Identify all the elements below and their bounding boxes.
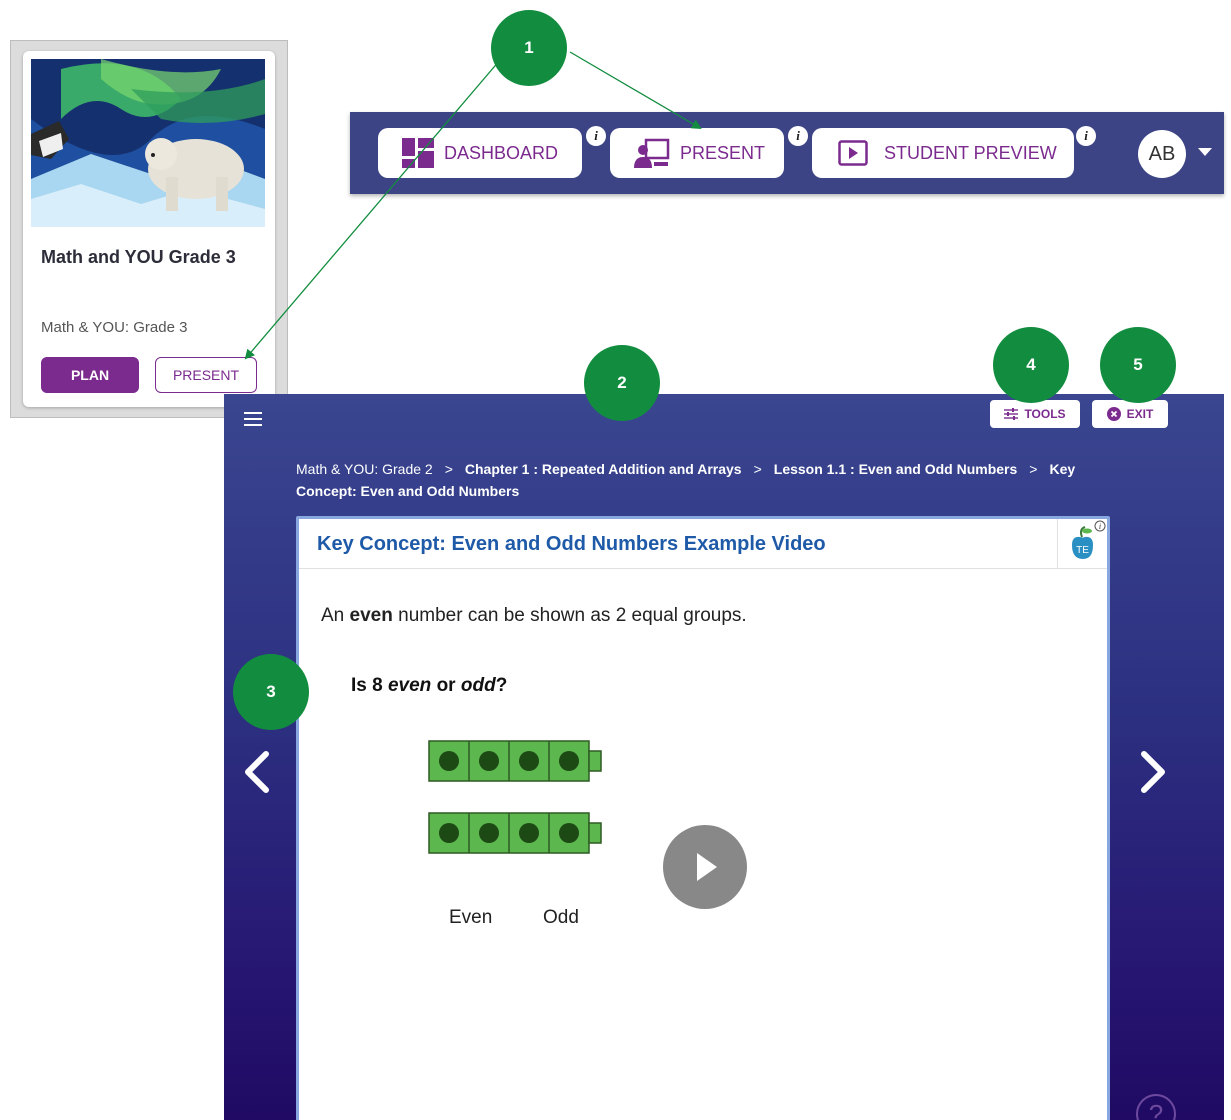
breadcrumb-lesson[interactable]: Lesson 1.1 : Even and Odd Numbers [774,461,1018,477]
callout-5: 5 [1100,327,1176,403]
sliders-icon [1004,408,1019,420]
exit-button[interactable]: EXIT [1092,400,1168,428]
breadcrumb-separator: > [1029,461,1038,477]
te-label: TE [1076,545,1089,556]
course-card-frame: Math and YOU Grade 3 Math & YOU: Grade 3… [10,40,288,418]
course-title: Math and YOU Grade 3 [41,247,236,267]
breadcrumb-separator: > [753,461,762,477]
tools-button[interactable]: TOOLS [990,400,1080,428]
present-info-icon[interactable]: i [788,126,808,146]
dashboard-icon [402,138,434,168]
cube-train-bottom [428,812,602,854]
teacher-edition-badge[interactable]: TE i [1057,519,1107,569]
breadcrumb-course[interactable]: Math & YOU: Grade 2 [296,461,433,477]
presenter-view: TOOLS EXIT Math & YOU: Grade 2 > Chapter 1… [224,394,1224,1120]
plan-button[interactable]: PLAN [41,357,139,393]
student-preview-button[interactable]: STUDENT PREVIEW [812,128,1074,178]
user-avatar[interactable]: AB [1138,130,1186,178]
student-preview-info-icon[interactable]: i [1076,126,1096,146]
breadcrumb-separator: > [444,461,453,477]
apple-te-icon: TE i [1072,520,1106,559]
help-icon[interactable]: ? [1136,1094,1176,1120]
course-subtitle: Math & YOU: Grade 3 [41,319,188,336]
odd-label: Odd [543,907,579,928]
student-preview-label: STUDENT PREVIEW [884,142,1057,163]
top-navbar: DASHBOARD i PRESENT i STUDENT PREVIEW i … [350,112,1224,194]
video-preview-icon [838,140,868,166]
course-cover-image [31,59,265,227]
callout-3: 3 [233,654,309,730]
lesson-question: Is 8 even or odd? [351,675,508,696]
chevron-right-icon[interactable] [1134,750,1170,794]
cube-train-top [428,740,602,782]
exit-label: EXIT [1126,407,1154,421]
callout-2: 2 [584,345,660,421]
present-label: PRESENT [680,142,766,163]
callout-1: 1 [491,10,567,86]
content-title: Key Concept: Even and Odd Numbers Exampl… [317,533,826,555]
course-card[interactable]: Math and YOU Grade 3 Math & YOU: Grade 3… [23,51,275,407]
lesson-statement: An even number can be shown as 2 equal g… [321,605,747,626]
content-header: Key Concept: Even and Odd Numbers Exampl… [299,519,1107,569]
tools-label: TOOLS [1024,407,1066,421]
even-label: Even [449,907,493,928]
close-circle-icon [1106,407,1121,421]
dashboard-info-icon[interactable]: i [586,126,606,146]
lesson-content-panel: Key Concept: Even and Odd Numbers Exampl… [296,516,1110,1120]
present-button[interactable]: PRESENT [610,128,784,178]
menu-icon[interactable] [244,412,262,426]
play-icon[interactable] [663,825,747,909]
dashboard-button[interactable]: DASHBOARD [378,128,582,178]
callout-4: 4 [993,327,1069,403]
te-info-glyph: i [1099,522,1101,531]
breadcrumb-chapter[interactable]: Chapter 1 : Repeated Addition and Arrays [465,461,742,477]
present-icon [634,138,670,168]
chevron-left-icon[interactable] [240,750,276,794]
chevron-down-icon[interactable] [1198,148,1212,156]
breadcrumb: Math & YOU: Grade 2 > Chapter 1 : Repeated… [296,458,1096,502]
card-present-button[interactable]: PRESENT [155,357,257,393]
dashboard-label: DASHBOARD [444,142,559,163]
